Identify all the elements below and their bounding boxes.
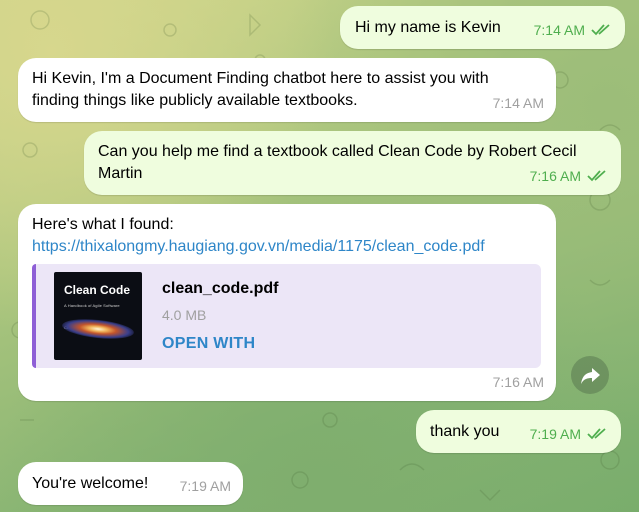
message-time: 7:16 AM [530,165,609,187]
message-bubble-outgoing[interactable]: thank you 7:19 AM [416,410,621,453]
double-check-icon [591,24,610,36]
message-bubble-incoming[interactable]: Here's what I found: https://thixalongmy… [18,204,556,401]
message-bubble-outgoing[interactable]: Can you help me find a textbook called C… [84,131,621,195]
book-cover-thumbnail[interactable]: Clean Code A Handbook of Agile Software … [54,272,142,360]
message-time: 7:14 AM [492,95,544,111]
message-bubble-incoming[interactable]: Hi Kevin, I'm a Document Finding chatbot… [18,58,556,122]
message-text: Here's what I found: [32,216,174,233]
document-link[interactable]: https://thixalongmy.haugiang.gov.vn/medi… [32,236,485,258]
file-size: 4.0 MB [162,307,207,323]
message-text: Hi my name is Kevin [355,19,501,36]
message-time: 7:14 AM [534,19,613,41]
share-forward-icon [581,368,600,384]
double-check-icon [587,428,606,440]
message-text: Hi Kevin, I'm a Document Finding chatbot… [32,70,489,109]
message-time: 7:19 AM [179,478,231,494]
open-with-button[interactable]: OPEN WITH [162,333,255,355]
message-time: 7:16 AM [492,374,544,390]
message-bubble-outgoing[interactable]: Hi my name is Kevin 7:14 AM [340,6,625,49]
message-bubble-incoming[interactable]: You're welcome! 7:19 AM [18,462,243,505]
message-text: Can you help me find a textbook called C… [98,143,577,182]
file-name: clean_code.pdf [162,280,279,297]
message-text: thank you [430,423,500,440]
message-text: You're welcome! [32,475,149,492]
file-attachment[interactable]: Clean Code A Handbook of Agile Software … [32,264,541,368]
attachment-accent-bar [32,264,36,368]
forward-button[interactable] [571,356,609,394]
double-check-icon [587,170,606,182]
message-time: 7:19 AM [530,423,609,445]
